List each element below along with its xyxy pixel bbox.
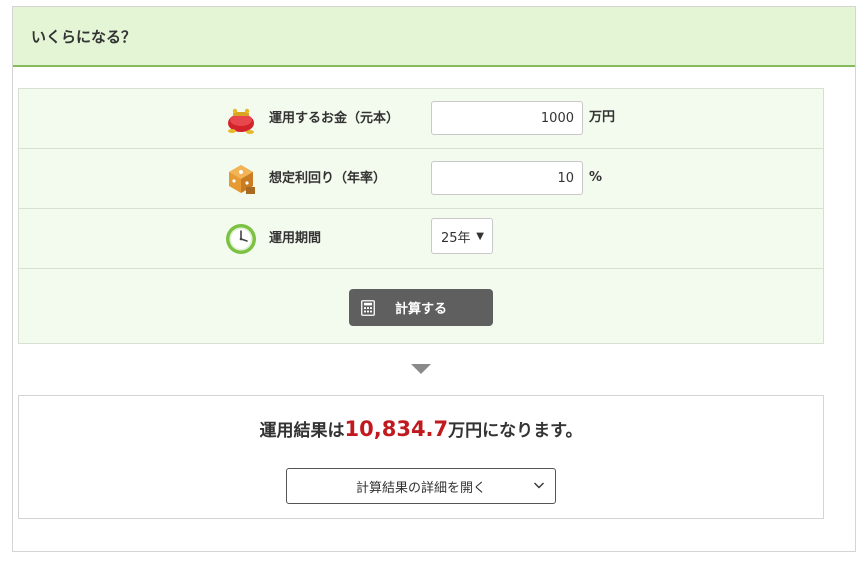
rate-input[interactable] bbox=[431, 161, 583, 195]
open-details-label: 計算結果の詳細を開く bbox=[355, 480, 486, 496]
principal-row: 運用するお金（元本） 万円 bbox=[19, 89, 823, 149]
dice-cube-icon bbox=[229, 165, 255, 194]
calculate-row: 計算する bbox=[19, 269, 823, 345]
chevron-down-icon bbox=[534, 482, 544, 489]
result-value: 10,834.7 bbox=[344, 417, 449, 441]
period-label: 運用期間 bbox=[269, 231, 322, 246]
open-details-button[interactable]: 計算結果の詳細を開く bbox=[286, 468, 556, 504]
period-selected-value: 25年 bbox=[441, 230, 471, 246]
calculation-form: 運用するお金（元本） 万円 想定利回り（年率） % 運用期間 2 bbox=[18, 88, 824, 344]
principal-unit: 万円 bbox=[589, 110, 616, 125]
coin-purse-icon bbox=[228, 108, 254, 134]
calculate-button-label: 計算する bbox=[395, 302, 448, 317]
principal-input[interactable] bbox=[431, 101, 583, 135]
calculate-button[interactable]: 計算する bbox=[349, 289, 493, 326]
principal-label: 運用するお金（元本） bbox=[269, 111, 400, 126]
panel-title: いくらになる？ bbox=[31, 27, 137, 46]
rate-unit: % bbox=[589, 170, 603, 185]
period-row: 運用期間 25年 ▼ bbox=[19, 209, 823, 269]
rate-label: 想定利回り（年率） bbox=[269, 171, 387, 186]
rate-row: 想定利回り（年率） % bbox=[19, 149, 823, 209]
arrow-down-icon bbox=[411, 364, 431, 374]
calculator-icon bbox=[361, 299, 375, 316]
result-text: 運用結果は10,834.7万円になります。 bbox=[19, 416, 823, 441]
result-prefix: 運用結果は bbox=[259, 421, 345, 441]
panel-header: いくらになる？ bbox=[13, 7, 855, 67]
clock-icon bbox=[226, 224, 256, 254]
result-suffix: 万円になります。 bbox=[448, 421, 583, 441]
period-select[interactable]: 25年 ▼ bbox=[431, 218, 493, 254]
caret-down-icon: ▼ bbox=[476, 231, 484, 242]
result-panel: 運用結果は10,834.7万円になります。 計算結果の詳細を開く bbox=[18, 395, 824, 519]
